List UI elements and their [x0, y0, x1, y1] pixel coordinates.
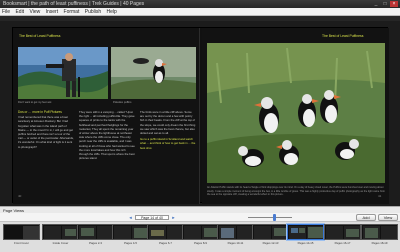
zoom-slider-track[interactable]: [248, 217, 292, 218]
thumbnail-label: Pages 8-9: [194, 241, 207, 245]
photo-puffins-large[interactable]: [207, 43, 385, 183]
caption-puffins: Pokedex puffins: [113, 101, 132, 104]
view-pages-button[interactable]: View Pages: [378, 214, 398, 226]
thumbnail[interactable]: [361, 224, 398, 240]
status-bar: Page Views: [0, 206, 400, 213]
prev-page-arrow-icon[interactable]: ◄: [128, 215, 133, 220]
thumbnail-label: Pages 6-7: [159, 241, 172, 245]
menu-help[interactable]: Help: [107, 9, 117, 15]
thumbnail-label: Pages 16-17: [334, 241, 351, 245]
navigation-bar: ◄ Page 14 of 40 ► Add Pages View Pages: [0, 213, 400, 226]
thumbnail[interactable]: [324, 224, 361, 240]
workspace-toolbar: [0, 16, 400, 21]
minimize-button[interactable]: _: [372, 1, 380, 7]
menu-edit[interactable]: Edit: [15, 9, 24, 15]
puffins-small-image: [111, 47, 196, 99]
photo-puffins-small[interactable]: [111, 47, 196, 99]
thumbnail[interactable]: [112, 224, 149, 240]
zoom-slider-handle[interactable]: [273, 214, 276, 221]
right-page-caption[interactable]: An Atlantic Puffin stands with its head …: [207, 186, 385, 197]
menu-format[interactable]: Format: [64, 9, 80, 15]
puffins-large-image: [207, 43, 385, 183]
column-2-body: They were still in a vamping ... called …: [79, 110, 135, 161]
thumbnail[interactable]: [252, 224, 289, 240]
column-3-highlight: Go to a puffin island in Scotland and wa…: [140, 137, 196, 150]
text-column-3[interactable]: The birds were in a little cliff above. …: [140, 110, 196, 190]
text-column-1[interactable]: Dos or … more in Puff Pictures I had rem…: [18, 110, 74, 190]
menu-view[interactable]: View: [29, 9, 40, 15]
thumbnail-label: Inside Cover: [52, 241, 69, 245]
thumbnail-label: Pages 2-3: [89, 241, 102, 245]
text-column-2[interactable]: They were still in a vamping ... called …: [79, 110, 135, 190]
right-page-number: 41: [378, 194, 382, 198]
column-1-body: I had remembered that there was a boat s…: [18, 115, 74, 149]
thumbnail[interactable]: [42, 224, 79, 240]
menu-file[interactable]: File: [2, 9, 10, 15]
page-spread[interactable]: The Best of Least Puffiness Don't want t…: [12, 27, 389, 204]
page-indicator[interactable]: Page 14 of 40: [135, 215, 169, 220]
maximize-button[interactable]: □: [381, 1, 389, 7]
thumbnail-label: Pages 10-11: [227, 241, 244, 245]
photographer-image: [18, 47, 108, 99]
window-title: Booksmart | the path of least puffiness …: [3, 1, 145, 7]
thumbnail-label: Pages 18-19: [371, 241, 388, 245]
add-pages-button[interactable]: Add Pages: [356, 214, 376, 226]
thumbnail-label: Pages 12-13: [262, 241, 279, 245]
menu-insert[interactable]: Insert: [46, 9, 59, 15]
thumbnail[interactable]: [147, 224, 184, 240]
left-page-heading: The Best of Least Puffiness: [19, 34, 61, 38]
next-page-arrow-icon[interactable]: ►: [171, 215, 176, 220]
right-page-heading: The Best of Least Puffiness: [322, 34, 364, 38]
menu-bar: File Edit View Insert Format Publish Hel…: [0, 8, 400, 16]
column-3-body: The birds were in a little cliff above. …: [140, 110, 196, 136]
thumbnail[interactable]: [182, 224, 219, 240]
thumbnail[interactable]: [77, 224, 114, 240]
workspace: The Best of Least Puffiness Don't want t…: [0, 16, 400, 206]
left-page[interactable]: The Best of Least Puffiness Don't want t…: [13, 28, 200, 204]
photo-photographer[interactable]: [18, 47, 108, 99]
title-bar: Booksmart | the path of least puffiness …: [0, 0, 400, 8]
close-button[interactable]: ×: [390, 1, 398, 7]
left-page-number: 40: [18, 194, 22, 198]
thumbnail[interactable]: [3, 224, 40, 240]
caption-photographer: Don't want to get my feet wet: [18, 101, 52, 104]
menu-publish[interactable]: Publish: [85, 9, 101, 15]
thumbnail-label: Pages 4-5: [124, 241, 137, 245]
right-page[interactable]: The Best of Least Puffiness An Atlantic …: [202, 28, 389, 204]
thumbnail-label: Front Cover: [14, 241, 29, 245]
thumbnail[interactable]: [217, 224, 254, 240]
column-1-subheading: Dos or … more in Puff Pictures: [18, 110, 62, 114]
thumbnail-label: Pages 14-15: [297, 241, 314, 245]
thumbnail-strip: Front Cover Inside Cover Pages 2-3 Pages…: [0, 222, 400, 252]
thumbnail-selected[interactable]: [287, 224, 324, 240]
